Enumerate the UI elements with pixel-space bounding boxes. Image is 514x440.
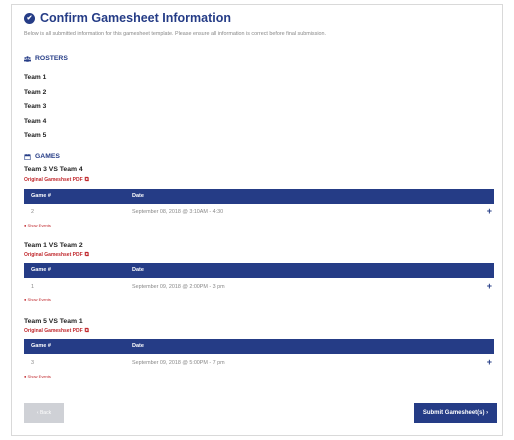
- games-table-header: Game # Date: [24, 189, 494, 204]
- date-header: Date: [132, 193, 144, 199]
- original-pdf-link[interactable]: Original Gameshset PDF ⧉: [24, 177, 89, 184]
- games-heading-text: GAMES: [35, 153, 60, 160]
- games-table-header: Game # Date: [24, 339, 494, 354]
- game-number: 1: [31, 284, 34, 290]
- roster-team: Team 5: [24, 132, 47, 139]
- submit-gamesheets-button[interactable]: Submit Gamesheet(s) ›: [414, 403, 497, 423]
- show-events-link[interactable]: ● Show Events: [24, 374, 51, 379]
- game-number-header: Game #: [31, 343, 51, 349]
- back-button[interactable]: ‹ Back: [24, 403, 64, 423]
- expand-plus-icon[interactable]: +: [487, 357, 492, 367]
- rosters-heading-text: ROSTERS: [35, 55, 68, 62]
- roster-team: Team 4: [24, 118, 47, 125]
- show-events-link[interactable]: ● Show Events: [24, 223, 51, 228]
- date-header: Date: [132, 267, 144, 273]
- roster-team: Team 2: [24, 89, 47, 96]
- date-header: Date: [132, 343, 144, 349]
- game-title: Team 1 VS Team 2: [24, 242, 83, 249]
- users-icon: [24, 55, 31, 62]
- calendar-icon: [24, 153, 31, 160]
- games-table-header: Game # Date: [24, 263, 494, 278]
- rosters-heading: ROSTERS: [24, 55, 68, 62]
- table-row: 3 September 09, 2018 @ 5:00PM - 7 pm +: [24, 357, 494, 371]
- page-subtitle: Below is all submitted information for t…: [24, 31, 327, 37]
- roster-team: Team 1: [24, 74, 47, 81]
- pdf-link-label: Original Gameshset PDF: [24, 328, 83, 334]
- pdf-link-label: Original Gameshset PDF: [24, 252, 83, 258]
- page-title: ✔ Confirm Gamesheet Information: [24, 11, 231, 25]
- check-circle-icon: ✔: [24, 12, 35, 24]
- pdf-link-label: Original Gameshset PDF: [24, 177, 83, 183]
- game-number: 3: [31, 360, 34, 366]
- game-date: September 08, 2018 @ 3:10AM - 4:30: [132, 209, 224, 215]
- show-events-link[interactable]: ● Show Events: [24, 297, 51, 302]
- game-number: 2: [31, 209, 34, 215]
- table-row: 2 September 08, 2018 @ 3:10AM - 4:30 +: [24, 206, 494, 220]
- original-pdf-link[interactable]: Original Gameshset PDF ⧉: [24, 328, 89, 335]
- game-title: Team 5 VS Team 1: [24, 318, 83, 325]
- game-date: September 09, 2018 @ 5:00PM - 7 pm: [132, 360, 225, 366]
- roster-team: Team 3: [24, 103, 47, 110]
- confirm-panel: [11, 4, 503, 436]
- expand-plus-icon[interactable]: +: [487, 281, 492, 291]
- game-number-header: Game #: [31, 267, 51, 273]
- original-pdf-link[interactable]: Original Gameshset PDF ⧉: [24, 252, 89, 259]
- external-link-icon: ⧉: [84, 252, 89, 258]
- game-number-header: Game #: [31, 193, 51, 199]
- games-heading: GAMES: [24, 153, 60, 160]
- expand-plus-icon[interactable]: +: [487, 206, 492, 216]
- table-row: 1 September 09, 2018 @ 2:00PM - 3 pm +: [24, 281, 494, 295]
- external-link-icon: ⧉: [84, 177, 89, 183]
- game-date: September 09, 2018 @ 2:00PM - 3 pm: [132, 284, 225, 290]
- page-title-text: Confirm Gamesheet Information: [40, 11, 231, 25]
- external-link-icon: ⧉: [84, 328, 89, 334]
- game-title: Team 3 VS Team 4: [24, 166, 83, 173]
